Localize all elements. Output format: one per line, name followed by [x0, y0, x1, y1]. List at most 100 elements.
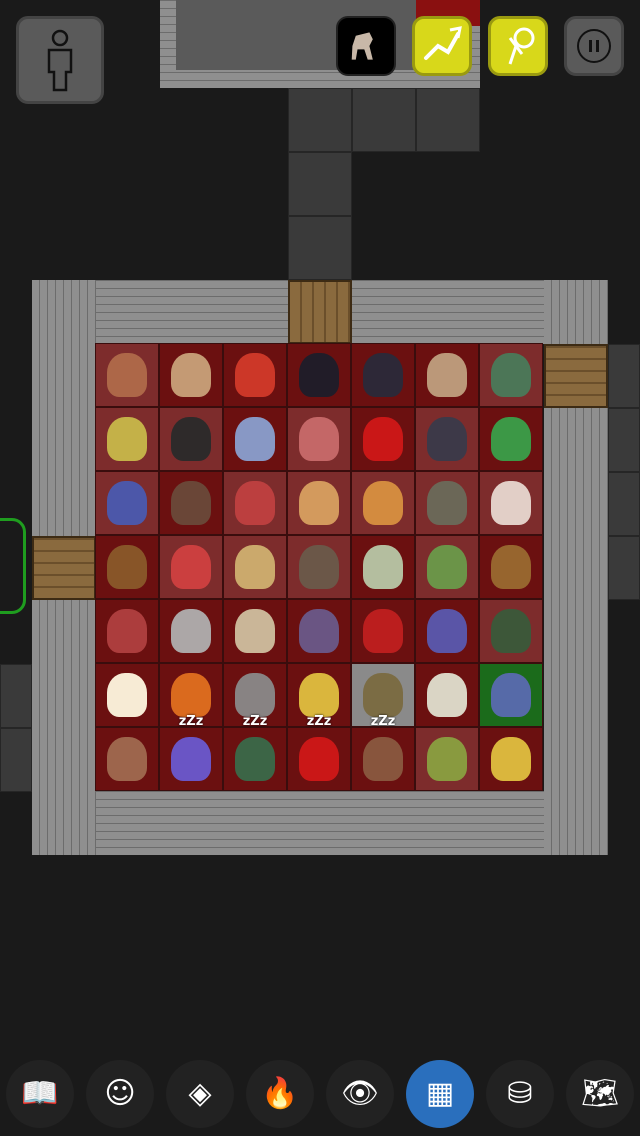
map-button[interactable]: 🗺	[566, 1060, 634, 1128]
grid-cell[interactable]	[351, 407, 415, 471]
cloaked-goblin-icon	[491, 353, 531, 397]
inventory-button[interactable]: ⛁	[486, 1060, 554, 1128]
corridor-floor	[288, 152, 352, 216]
dwarf-icon	[107, 481, 147, 525]
pale-serpent-icon	[363, 545, 403, 589]
grid-cell[interactable]	[287, 599, 351, 663]
grid-cell[interactable]	[415, 343, 479, 407]
door-east[interactable]	[544, 344, 608, 408]
grid-cell[interactable]	[159, 535, 223, 599]
mummy-icon	[235, 609, 275, 653]
bottom-toolbar: 📖 ☺ ◈ 🔥 👁 ▦ ⛁ 🗺	[0, 1052, 640, 1136]
corridor-floor	[288, 216, 352, 280]
grid-cell[interactable]	[95, 407, 159, 471]
black-bat-icon	[363, 353, 403, 397]
door-west[interactable]	[32, 536, 96, 600]
grid-cell[interactable]	[95, 535, 159, 599]
grid-cell[interactable]	[415, 599, 479, 663]
campfire-button[interactable]: 🔥	[246, 1060, 314, 1128]
green-ghoul-icon	[491, 609, 531, 653]
grid-cell[interactable]	[479, 535, 543, 599]
grid-cell[interactable]	[159, 407, 223, 471]
eye-button[interactable]: 👁	[326, 1060, 394, 1128]
diamond-sign-button[interactable]: ◈	[166, 1060, 234, 1128]
head-button[interactable]: ☺	[86, 1060, 154, 1128]
grid-cell[interactable]	[479, 727, 543, 791]
eye-icon: 👁	[340, 1076, 380, 1111]
skeleton-mage-icon	[235, 417, 275, 461]
floor-tiles-icon: ▦	[425, 1076, 455, 1111]
character-button[interactable]	[16, 16, 104, 104]
grid-cell[interactable]	[351, 599, 415, 663]
attack-button[interactable]	[412, 16, 472, 76]
black-knight-icon	[171, 417, 211, 461]
sword-arm-icon	[424, 26, 462, 60]
grid-cell[interactable]	[159, 343, 223, 407]
grid-cell[interactable]	[287, 535, 351, 599]
grid-cell[interactable]	[415, 471, 479, 535]
centaur-icon	[171, 353, 211, 397]
gladiator-icon	[235, 481, 275, 525]
grid-cell[interactable]	[223, 343, 287, 407]
horse-button[interactable]	[336, 16, 396, 76]
grid-cell[interactable]	[287, 407, 351, 471]
nurse-icon	[491, 481, 531, 525]
golden-dog-icon	[235, 545, 275, 589]
grey-rat-icon	[235, 673, 275, 717]
grid-cell[interactable]	[95, 727, 159, 791]
grid-cell[interactable]	[479, 663, 543, 727]
pause-icon	[577, 29, 611, 63]
winged-devil-icon	[363, 609, 403, 653]
grid-cell[interactable]: zZz	[159, 714, 223, 791]
troll-icon	[427, 481, 467, 525]
rock-sack-icon	[363, 673, 403, 717]
corridor-floor	[608, 344, 640, 408]
grid-cell[interactable]: zZz	[223, 714, 287, 791]
grid-cell[interactable]: zZz	[351, 714, 415, 791]
brown-beast-icon	[491, 545, 531, 589]
grid-cell[interactable]	[479, 343, 543, 407]
sleep-indicator: zZz	[242, 714, 268, 729]
corridor-floor	[0, 728, 32, 792]
grid-cell[interactable]	[223, 535, 287, 599]
grid-cell[interactable]	[223, 407, 287, 471]
light-orb-icon	[107, 673, 147, 717]
grid-cell[interactable]	[223, 599, 287, 663]
grey-cloud-icon	[171, 609, 211, 653]
grid-cell[interactable]	[415, 727, 479, 791]
grid-cell[interactable]	[95, 663, 159, 727]
grid-cell[interactable]	[287, 471, 351, 535]
grid-cell[interactable]	[223, 471, 287, 535]
grid-cell[interactable]	[95, 343, 159, 407]
floor-tiles-button[interactable]: ▦	[406, 1060, 474, 1128]
grid-cell[interactable]	[479, 599, 543, 663]
grid-cell[interactable]	[479, 407, 543, 471]
carry-button[interactable]	[488, 16, 548, 76]
spellbook-icon: 📖	[21, 1076, 59, 1111]
door-north[interactable]	[288, 280, 352, 344]
giant-bee-icon	[491, 737, 531, 781]
grid-cell[interactable]	[415, 663, 479, 727]
grid-cell[interactable]	[287, 343, 351, 407]
grid-cell[interactable]: zZz	[287, 714, 351, 791]
grid-cell[interactable]	[159, 471, 223, 535]
corridor-floor	[352, 88, 416, 152]
grid-cell[interactable]	[415, 407, 479, 471]
grid-cell[interactable]	[479, 471, 543, 535]
green-portal[interactable]	[0, 518, 26, 614]
ladybug-icon	[299, 737, 339, 781]
grid-cell[interactable]	[159, 599, 223, 663]
grid-cell[interactable]	[351, 535, 415, 599]
pause-button[interactable]	[564, 16, 624, 76]
green-ogre-icon	[427, 545, 467, 589]
grid-cell[interactable]	[351, 471, 415, 535]
hooded-wizard-icon	[107, 353, 147, 397]
grid-cell[interactable]	[351, 343, 415, 407]
orange-cat-sitting-icon	[363, 481, 403, 525]
grid-cell[interactable]	[415, 535, 479, 599]
grid-cell[interactable]	[95, 471, 159, 535]
sleep-indicator: zZz	[178, 714, 204, 729]
grid-cell[interactable]	[95, 599, 159, 663]
diamond-sign-icon: ◈	[188, 1076, 212, 1111]
spellbook-button[interactable]: 📖	[6, 1060, 74, 1128]
